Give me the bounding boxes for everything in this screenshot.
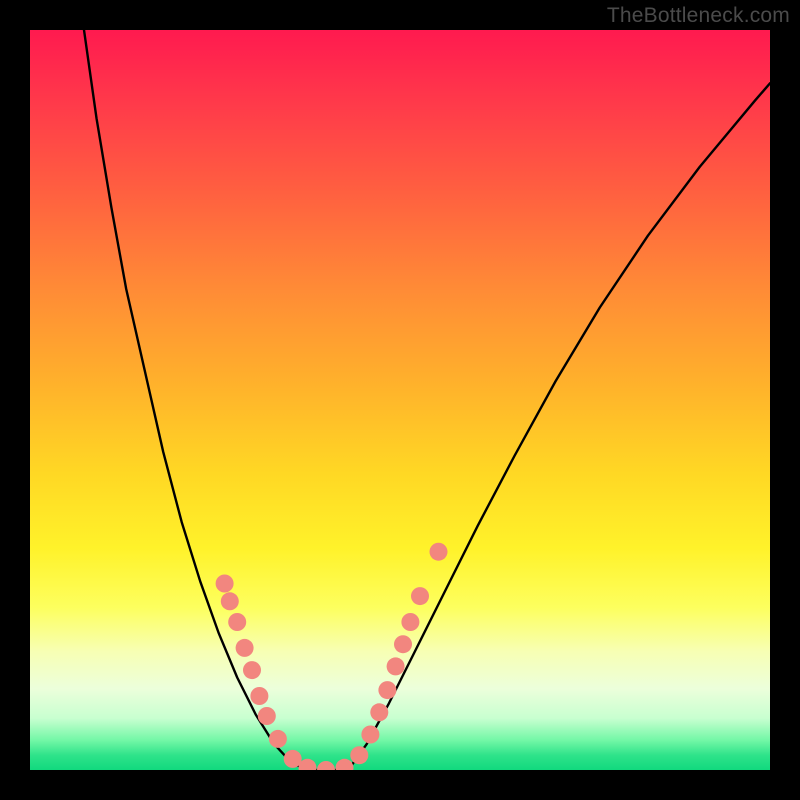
data-marker <box>411 587 429 605</box>
data-marker <box>336 759 354 770</box>
data-marker <box>370 703 388 721</box>
bottleneck-curve <box>84 30 770 770</box>
data-marker <box>401 613 419 631</box>
data-marker <box>258 707 276 725</box>
data-marker <box>350 746 368 764</box>
data-marker <box>269 730 287 748</box>
data-marker <box>387 657 405 675</box>
data-marker <box>216 575 234 593</box>
plot-area <box>30 30 770 770</box>
outer-frame: TheBottleneck.com <box>0 0 800 800</box>
data-marker <box>250 687 268 705</box>
data-marker <box>221 592 239 610</box>
data-marker <box>236 639 254 657</box>
data-marker <box>430 543 448 561</box>
data-marker <box>317 761 335 770</box>
data-marker <box>361 726 379 744</box>
chart-overlay <box>30 30 770 770</box>
data-marker <box>243 661 261 679</box>
watermark-text: TheBottleneck.com <box>607 4 790 28</box>
data-marker <box>378 681 396 699</box>
data-marker <box>394 635 412 653</box>
data-marker <box>228 613 246 631</box>
